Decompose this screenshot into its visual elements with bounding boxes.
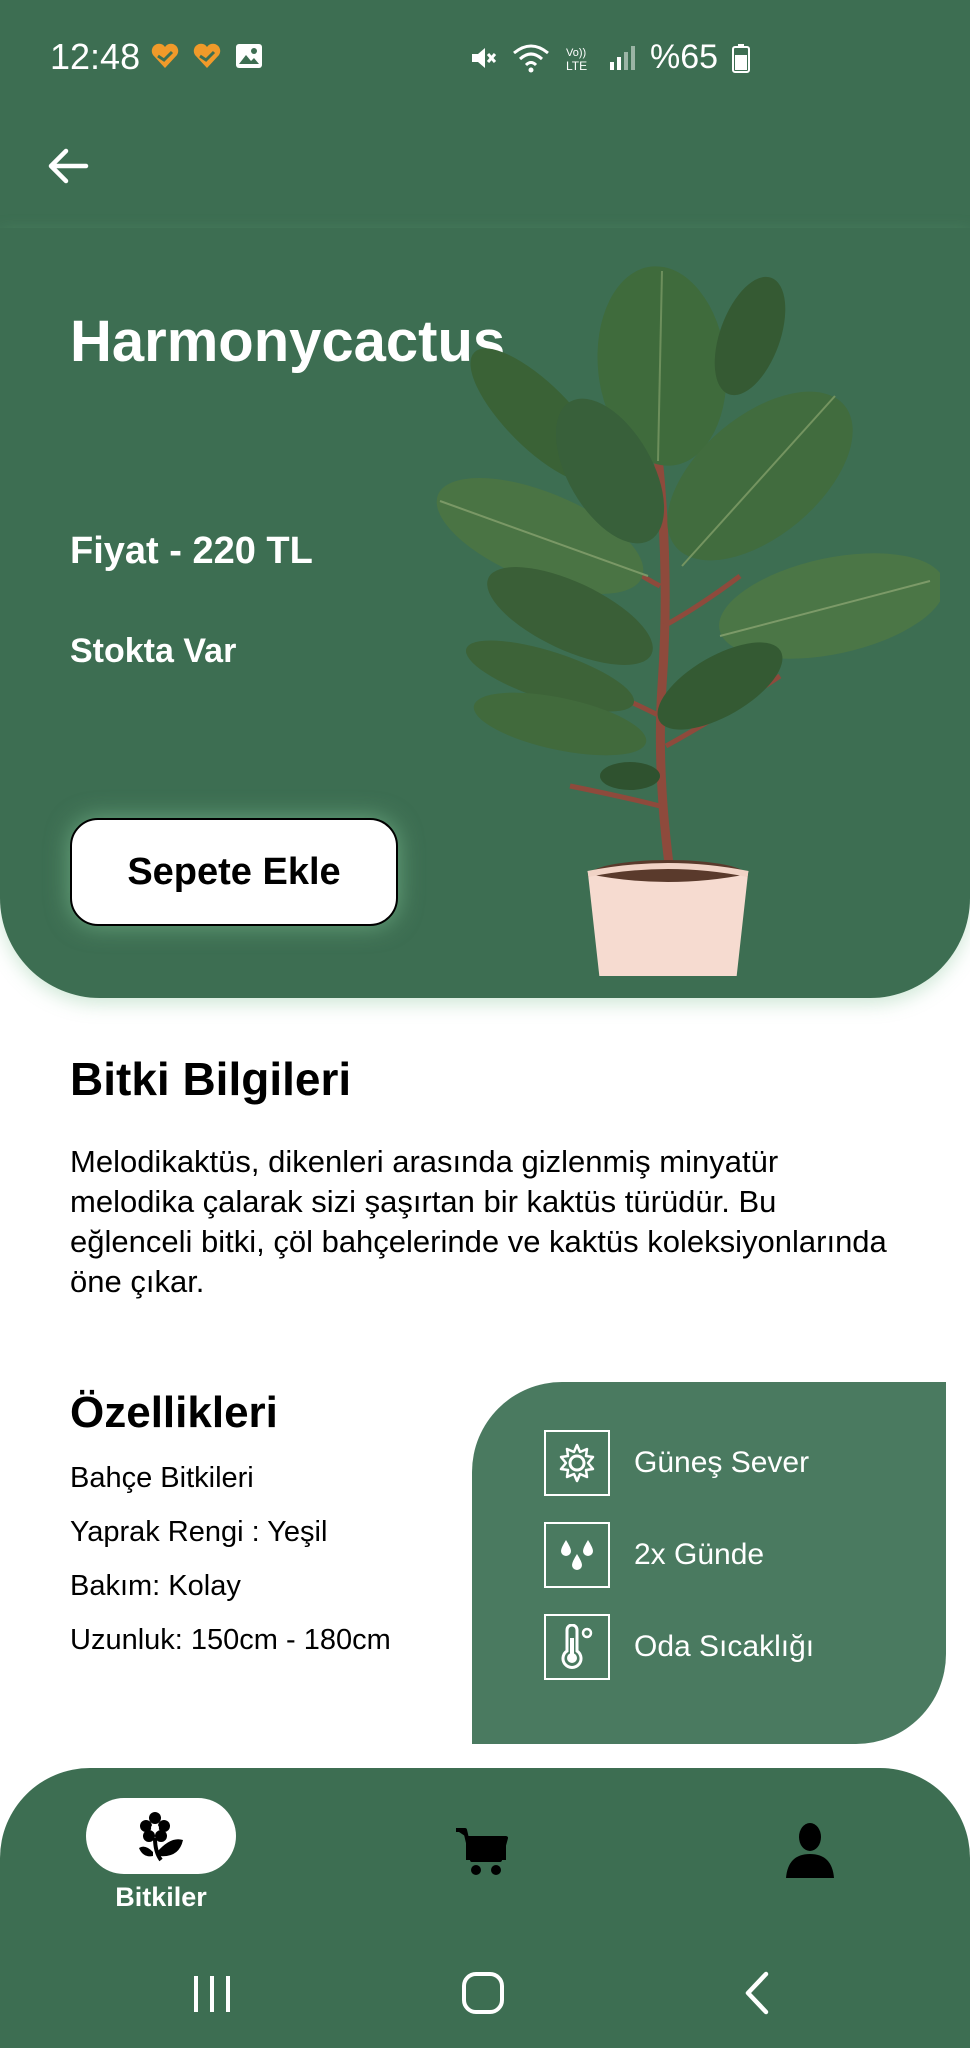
nav-label-plants[interactable]: Bitkiler [86, 1882, 236, 1913]
mute-icon [472, 47, 497, 68]
care-item-temperature: Oda Sıcaklığı [544, 1614, 814, 1680]
wifi-icon [513, 44, 549, 72]
feature-list: Bahçe Bitkileri Yaprak Rengi : Yeşil Bak… [70, 1462, 391, 1678]
feature-item: Yaprak Rengi : Yeşil [70, 1516, 328, 1548]
care-item-water: 2x Günde [544, 1522, 764, 1588]
battery-percent: %65 [650, 38, 719, 76]
feature-item: Bakım: Kolay [70, 1570, 241, 1602]
plant-image [436, 266, 940, 976]
svg-text:Vo)): Vo)) [566, 47, 586, 59]
features-heading: Özellikleri [70, 1388, 278, 1437]
signal-icon [610, 45, 635, 70]
volte-icon: Vo))LTE [566, 47, 587, 73]
nav-item-plants[interactable] [86, 1798, 236, 1874]
water-drops-icon [544, 1522, 610, 1588]
price-text: Fiyat - 220 TL [70, 530, 313, 572]
arrow-left-icon[interactable] [42, 140, 94, 192]
care-label: Güneş Sever [634, 1446, 810, 1479]
care-label: 2x Günde [634, 1538, 765, 1571]
battery-icon [732, 43, 751, 73]
heart-notification-icon [151, 43, 179, 68]
thermometer-icon [544, 1614, 610, 1680]
product-hero: Harmonycactus Fiyat - 220 TL Stokta Var … [0, 228, 970, 998]
system-status-icons: Vo)) LTE %65 [468, 38, 751, 77]
care-card: Güneş Sever 2x Günde Oda Sıcaklığı [472, 1382, 946, 1744]
status-time: 12:48 [50, 36, 141, 77]
image-icon [236, 44, 262, 68]
feature-item: Uzunluk: 150cm - 180cm [70, 1624, 391, 1656]
sun-icon [544, 1430, 610, 1496]
heart-notification-icon [193, 43, 221, 68]
plant-icon [139, 1812, 183, 1862]
svg-text:LTE: LTE [566, 59, 587, 73]
recent-apps-icon[interactable] [190, 1974, 234, 2014]
add-to-cart-button[interactable]: Sepete Ekle [70, 818, 398, 926]
system-navigation-bar [0, 1940, 970, 2048]
cart-icon[interactable] [452, 1822, 512, 1882]
system-back-icon[interactable] [738, 1970, 778, 2016]
notification-icons [150, 42, 264, 70]
plant-description: Melodikaktüs, dikenleri arasında gizlenm… [70, 1144, 887, 1299]
status-bar: 12:48 Vo)) LTE %65 [0, 0, 970, 112]
home-icon[interactable] [460, 1970, 506, 2016]
stock-status: Stokta Var [70, 632, 237, 670]
profile-icon[interactable] [780, 1820, 840, 1880]
feature-item: Bahçe Bitkileri [70, 1462, 254, 1494]
care-item-sun: Güneş Sever [544, 1430, 809, 1496]
app-bar [0, 112, 970, 230]
plant-info-heading: Bitki Bilgileri [70, 1053, 352, 1105]
bottom-navigation: Bitkiler [0, 1768, 970, 2048]
care-label: Oda Sıcaklığı [634, 1630, 815, 1663]
